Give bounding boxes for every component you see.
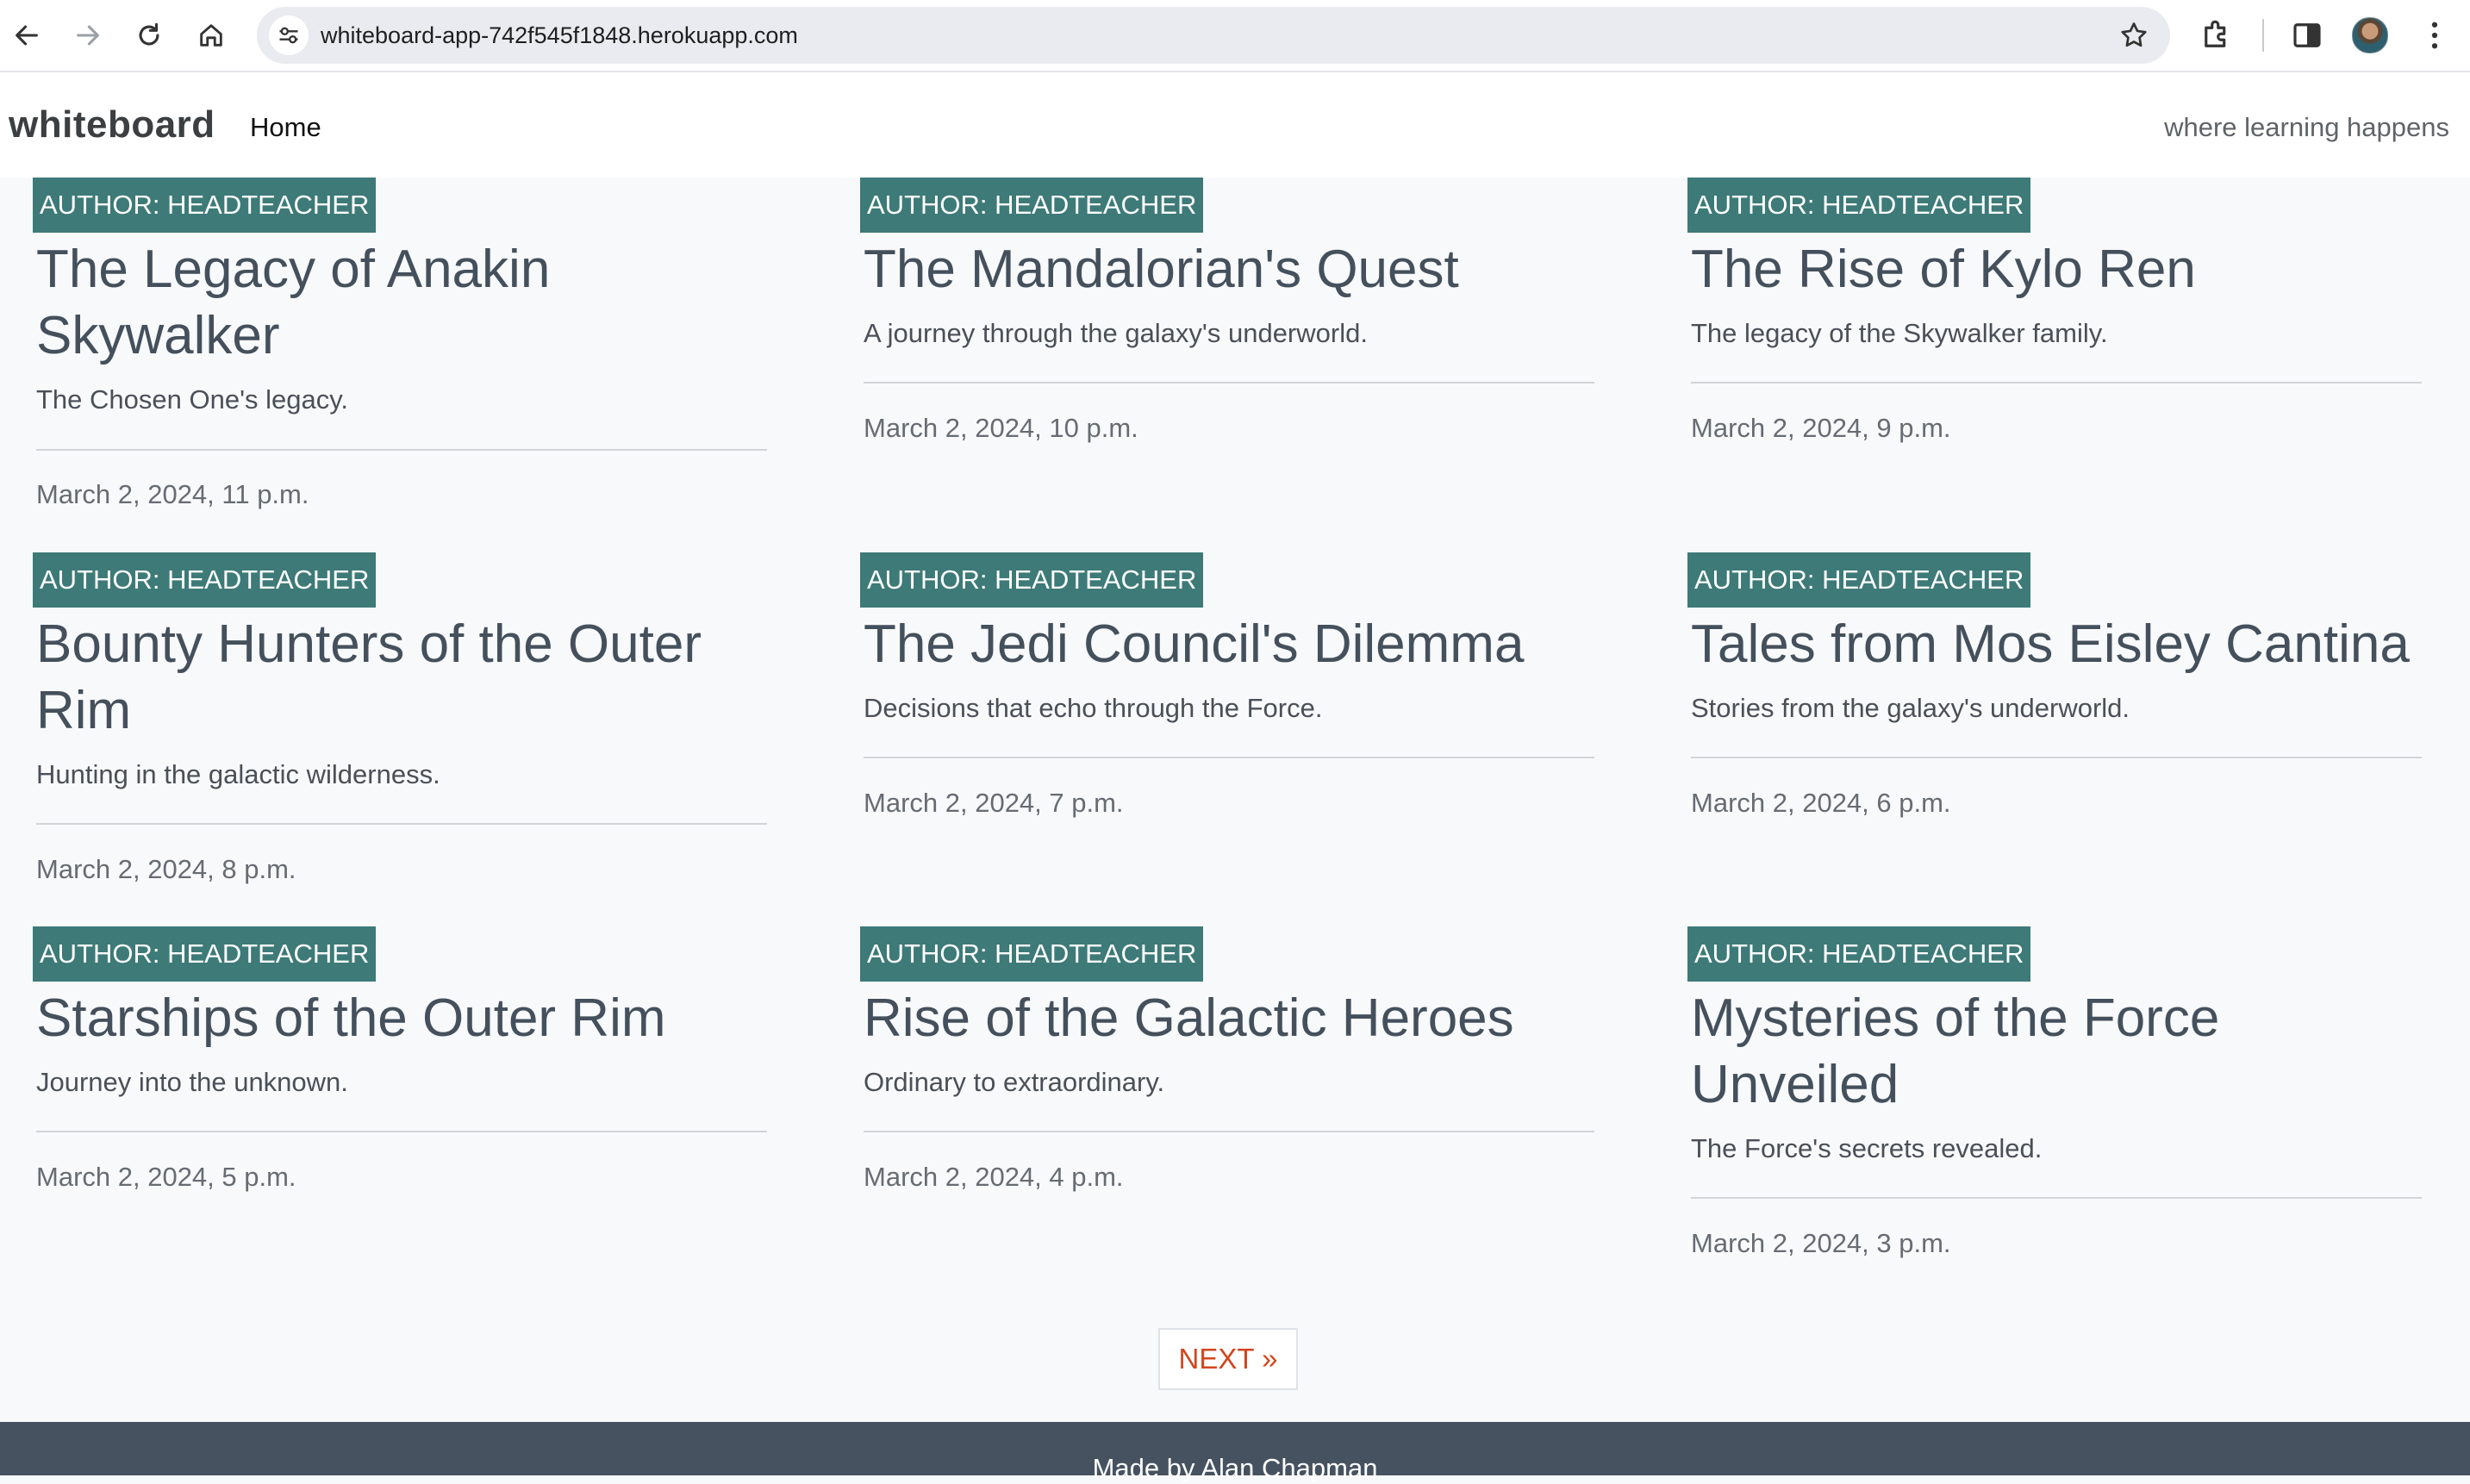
extensions-button[interactable] [2199, 17, 2235, 53]
post-title-link[interactable]: Bounty Hunters of the Outer Rim [36, 611, 769, 744]
address-bar[interactable]: whiteboard-app-742f545f1848.herokuapp.co… [257, 7, 2170, 64]
author-badge: AUTHOR: HEADTEACHER [1687, 926, 2031, 982]
url-text[interactable]: whiteboard-app-742f545f1848.herokuapp.co… [321, 22, 798, 49]
browser-toolbar: whiteboard-app-742f545f1848.herokuapp.co… [0, 0, 2470, 72]
post-title-link[interactable]: Tales from Mos Eisley Cantina [1691, 611, 2423, 677]
author-badge: AUTHOR: HEADTEACHER [860, 178, 1204, 233]
post-date: March 2, 2024, 3 p.m. [1691, 1228, 1951, 1258]
author-badge: AUTHOR: HEADTEACHER [1687, 552, 2031, 608]
post-date: March 2, 2024, 9 p.m. [1691, 413, 1951, 443]
author-badge: AUTHOR: HEADTEACHER [33, 178, 377, 233]
site-tagline: where learning happens [2164, 112, 2449, 142]
nav-home-link[interactable]: Home [250, 112, 321, 143]
post-date: March 2, 2024, 7 p.m. [864, 788, 1124, 818]
forward-button[interactable] [66, 14, 109, 57]
post-subtitle: Stories from the galaxy's underworld. [1691, 693, 2130, 723]
post-title-link[interactable]: Starships of the Outer Rim [36, 985, 769, 1051]
back-button[interactable] [5, 14, 48, 57]
side-panel-icon [2293, 23, 2321, 47]
post-title-link[interactable]: Mysteries of the Force Unveiled [1691, 985, 2423, 1118]
home-button[interactable] [190, 14, 233, 57]
divider [864, 757, 1594, 758]
post-date: March 2, 2024, 4 p.m. [864, 1162, 1124, 1192]
post-date: March 2, 2024, 11 p.m. [36, 479, 309, 509]
post-subtitle: Hunting in the galactic wilderness. [36, 759, 440, 789]
toolbar-divider [2262, 19, 2264, 52]
tune-icon [279, 27, 298, 44]
next-page-button[interactable]: NEXT » [1158, 1328, 1298, 1390]
puzzle-icon [2205, 20, 2226, 47]
post-subtitle: Ordinary to extraordinary. [864, 1067, 1165, 1097]
kebab-menu-icon [2431, 22, 2438, 49]
post-date: March 2, 2024, 5 p.m. [36, 1162, 296, 1192]
home-icon [200, 24, 222, 47]
post-subtitle: A journey through the galaxy's underworl… [864, 318, 1368, 348]
divider [36, 1131, 767, 1132]
browser-menu-button[interactable] [2417, 17, 2453, 53]
post-subtitle: The legacy of the Skywalker family. [1691, 318, 2108, 348]
side-panel-button[interactable] [2289, 17, 2325, 53]
site-navbar: whiteboard Home where learning happens [0, 72, 2470, 178]
brand-logo[interactable]: whiteboard [9, 103, 215, 147]
divider [864, 382, 1594, 383]
reload-button[interactable] [128, 14, 171, 57]
profile-avatar[interactable] [2352, 17, 2388, 53]
site-footer: Made by Alan Chapman [0, 1422, 2470, 1483]
author-badge: AUTHOR: HEADTEACHER [33, 926, 377, 982]
divider [1691, 382, 2422, 383]
divider [1691, 1197, 2422, 1199]
author-badge: AUTHOR: HEADTEACHER [860, 926, 1204, 982]
reload-icon [139, 22, 159, 46]
post-title-link[interactable]: Rise of the Galactic Heroes [864, 985, 1596, 1051]
author-badge: AUTHOR: HEADTEACHER [33, 552, 377, 608]
divider [864, 1131, 1594, 1132]
post-subtitle: Journey into the unknown. [36, 1067, 348, 1097]
divider [36, 823, 767, 825]
site-info-button[interactable] [269, 16, 309, 55]
author-badge: AUTHOR: HEADTEACHER [860, 552, 1204, 608]
post-title-link[interactable]: The Mandalorian's Quest [864, 236, 1596, 302]
post-subtitle: Decisions that echo through the Force. [864, 693, 1323, 723]
post-title-link[interactable]: The Legacy of Anakin Skywalker [36, 236, 769, 369]
post-subtitle: The Force's secrets revealed. [1691, 1133, 2043, 1163]
post-date: March 2, 2024, 8 p.m. [36, 854, 296, 884]
divider [1691, 757, 2422, 758]
arrow-left-icon [16, 25, 38, 46]
post-title-link[interactable]: The Rise of Kylo Ren [1691, 236, 2423, 302]
bookmark-star-icon[interactable] [2118, 20, 2149, 51]
post-title-link[interactable]: The Jedi Council's Dilemma [864, 611, 1596, 677]
arrow-right-icon [77, 25, 99, 46]
post-date: March 2, 2024, 6 p.m. [1691, 788, 1951, 818]
divider [36, 449, 767, 451]
post-date: March 2, 2024, 10 p.m. [864, 413, 1138, 443]
author-badge: AUTHOR: HEADTEACHER [1687, 178, 2031, 233]
post-subtitle: The Chosen One's legacy. [36, 384, 349, 415]
footer-credit: Made by Alan Chapman [1092, 1453, 1378, 1483]
